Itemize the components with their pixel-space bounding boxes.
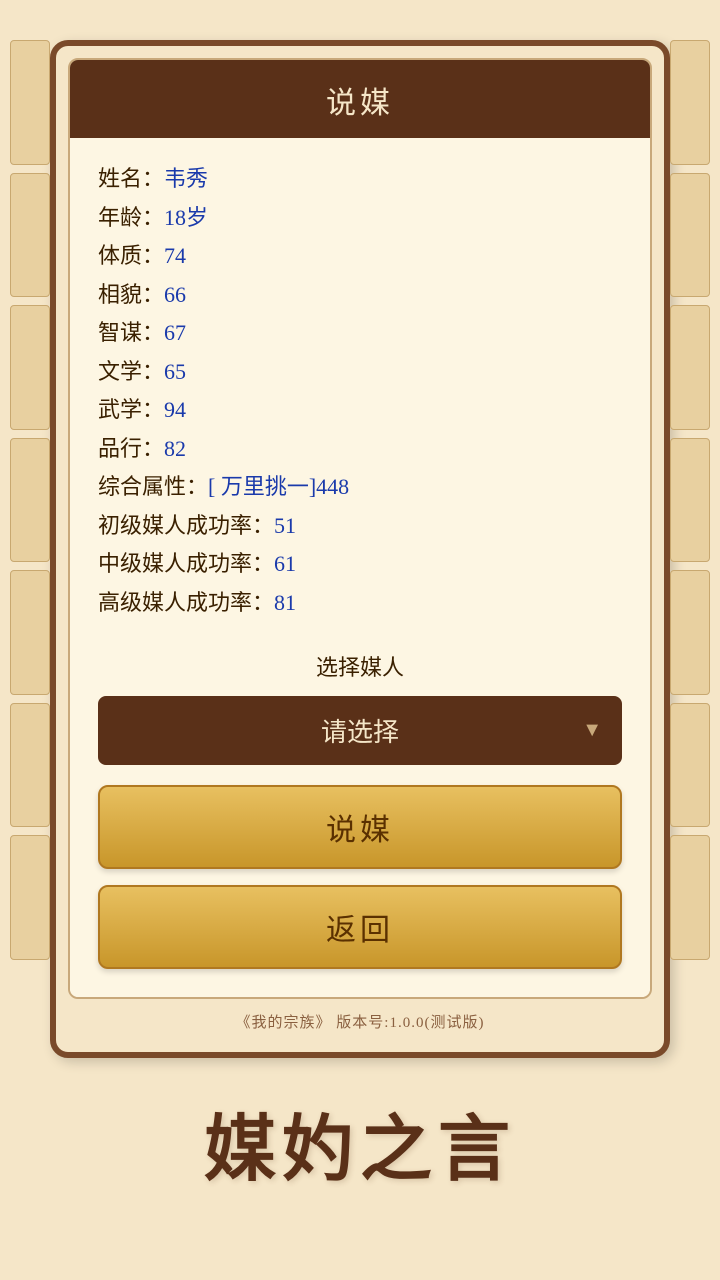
side-cell <box>670 438 710 563</box>
appearance-row: 相貌：66 <box>98 276 622 315</box>
conduct-row: 品行：82 <box>98 430 622 469</box>
dialog-title: 说媒 <box>70 60 650 138</box>
martial-row: 武学：94 <box>98 391 622 430</box>
confirm-button[interactable]: 说媒 <box>98 785 622 869</box>
chevron-down-icon: ▼ <box>582 719 602 742</box>
side-cell <box>10 703 50 828</box>
side-cell <box>670 570 710 695</box>
select-section-label: 选择媒人 <box>98 650 622 682</box>
side-cell <box>10 835 50 960</box>
inner-card: 说媒 姓名：韦秀 年龄：18岁 体质：74 相貌：66 <box>68 58 652 999</box>
back-button[interactable]: 返回 <box>98 885 622 969</box>
main-frame: 说媒 姓名：韦秀 年龄：18岁 体质：74 相貌：66 <box>50 40 670 1058</box>
side-cell <box>10 305 50 430</box>
app-container: 说媒 姓名：韦秀 年龄：18岁 体质：74 相貌：66 <box>0 0 720 1058</box>
right-side-panel <box>670 40 710 960</box>
side-cell <box>10 173 50 298</box>
side-cell <box>670 835 710 960</box>
matchmaker-select[interactable]: 请选择 ▼ <box>98 696 622 765</box>
bottom-title: 媒妁之言 <box>204 1090 516 1195</box>
physique-row: 体质：74 <box>98 237 622 276</box>
version-info: 《我的宗族》 版本号:1.0.0(测试版) <box>68 999 652 1040</box>
literature-row: 文学：65 <box>98 353 622 392</box>
side-cell <box>10 570 50 695</box>
mid-rate-row: 中级媒人成功率：61 <box>98 545 622 584</box>
name-row: 姓名：韦秀 <box>98 160 622 199</box>
junior-rate-row: 初级媒人成功率：51 <box>98 507 622 546</box>
character-info: 姓名：韦秀 年龄：18岁 体质：74 相貌：66 智谋：67 <box>98 160 622 622</box>
select-placeholder: 请选择 <box>321 712 399 749</box>
side-cell <box>10 40 50 165</box>
wisdom-row: 智谋：67 <box>98 314 622 353</box>
senior-rate-row: 高级媒人成功率：81 <box>98 584 622 623</box>
side-cell <box>10 438 50 563</box>
spacer <box>98 632 622 650</box>
side-cell <box>670 703 710 828</box>
age-row: 年龄：18岁 <box>98 199 622 238</box>
side-cell <box>670 40 710 165</box>
composite-row: 综合属性：[ 万里挑一]448 <box>98 468 622 507</box>
side-cell <box>670 173 710 298</box>
side-cell <box>670 305 710 430</box>
left-side-panel <box>10 40 50 960</box>
card-body: 姓名：韦秀 年龄：18岁 体质：74 相貌：66 智谋：67 <box>70 138 650 997</box>
